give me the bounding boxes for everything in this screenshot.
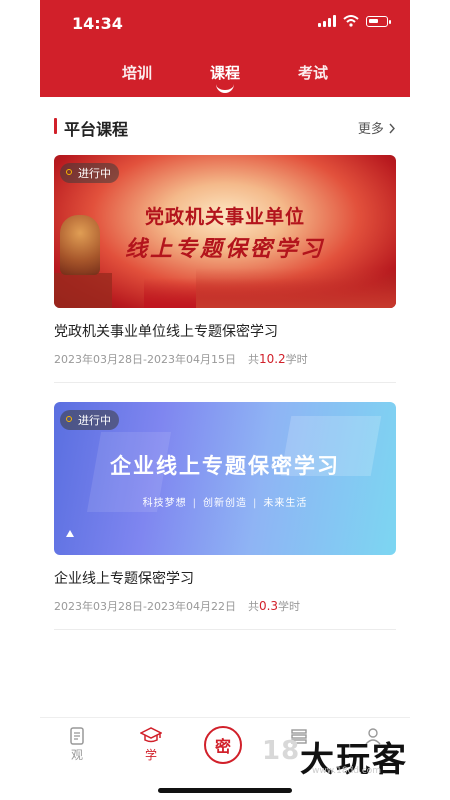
course-hours: 共0.3学时 xyxy=(247,599,301,613)
course-dates: 2023年03月28日-2023年04月22日 xyxy=(54,600,236,613)
course-banner[interactable]: 党政机关事业单位 线上专题保密学习 进行中 xyxy=(54,155,396,308)
section-accent-bar xyxy=(54,118,57,134)
course-banner[interactable]: 企业线上专题保密学习 科技梦想 | 创新创造 | 未来生活 进行中 xyxy=(54,402,396,555)
top-tabs: 培训 课程 考试 xyxy=(40,62,410,97)
course-title[interactable]: 企业线上专题保密学习 xyxy=(54,568,396,588)
signal-icon xyxy=(318,15,336,27)
battery-icon xyxy=(366,15,391,27)
status-badge: 进行中 xyxy=(60,410,119,430)
banner-tagline: 科技梦想 | 创新创造 | 未来生活 xyxy=(142,498,308,509)
hours-value: 10.2 xyxy=(258,352,286,366)
graduation-cap-icon xyxy=(140,727,162,743)
banner-title-line1: 党政机关事业单位 xyxy=(144,206,305,228)
document-icon xyxy=(70,727,84,745)
active-tab-indicator xyxy=(216,84,234,93)
course-hours: 共10.2学时 xyxy=(247,352,308,366)
book-stack-icon xyxy=(291,729,307,744)
person-icon xyxy=(365,728,381,745)
banner-title-line2: 线上专题保密学习 xyxy=(124,236,325,262)
tab-courses[interactable]: 课程 xyxy=(210,62,240,83)
nav-label: 观 xyxy=(70,748,83,762)
status-dot-icon xyxy=(66,169,72,175)
nav-item-profile[interactable] xyxy=(348,726,398,746)
status-time: 14:34 xyxy=(72,14,123,33)
course-dates: 2023年03月28日-2023年04月15日 xyxy=(54,353,236,366)
nav-item-library[interactable] xyxy=(274,726,324,746)
status-badge-label: 进行中 xyxy=(78,414,111,427)
status-icons xyxy=(318,15,391,27)
wifi-icon xyxy=(343,15,359,27)
nav-item-learn[interactable]: 学 xyxy=(126,726,176,763)
tab-exams[interactable]: 考试 xyxy=(298,62,328,83)
course-card[interactable]: 党政机关事业单位 线上专题保密学习 进行中 党政机关事业单位线上专题保密学习 2… xyxy=(54,155,396,367)
status-dot-icon xyxy=(66,416,72,422)
nav-item-watch[interactable]: 观 xyxy=(52,726,102,763)
more-link[interactable]: 更多 xyxy=(358,118,396,137)
banner-city-skyline xyxy=(196,268,396,308)
seal-icon[interactable]: 密 xyxy=(204,726,242,764)
course-meta: 2023年03月28日-2023年04月15日 共10.2学时 xyxy=(54,351,396,367)
section-title: 平台课程 xyxy=(64,120,129,139)
tab-training[interactable]: 培训 xyxy=(122,62,152,83)
course-meta: 2023年03月28日-2023年04月22日 共0.3学时 xyxy=(54,598,396,614)
status-badge: 进行中 xyxy=(60,163,119,183)
banner-title: 企业线上专题保密学习 xyxy=(110,454,340,478)
section-header: 平台课程 更多 xyxy=(54,115,396,139)
home-indicator xyxy=(158,788,292,793)
more-label: 更多 xyxy=(357,122,384,137)
course-title[interactable]: 党政机关事业单位线上专题保密学习 xyxy=(54,321,396,341)
status-badge-label: 进行中 xyxy=(78,167,111,180)
bottom-nav: 观 学 密 xyxy=(40,717,410,800)
banner-triangle-decor xyxy=(66,530,74,537)
app-screen: 14:34 培训 课程 考试 平台课程 更多 党政机关事业单位 线上专题保密学习… xyxy=(40,0,410,800)
hours-value: 0.3 xyxy=(258,599,279,613)
banner-pedestal xyxy=(54,273,112,308)
divider xyxy=(54,629,396,630)
chevron-right-icon xyxy=(389,123,395,134)
header: 14:34 培训 课程 考试 xyxy=(40,0,410,97)
divider xyxy=(54,382,396,383)
course-card[interactable]: 企业线上专题保密学习 科技梦想 | 创新创造 | 未来生活 进行中 企业线上专题保密学习… xyxy=(54,402,396,614)
nav-label: 学 xyxy=(144,748,157,762)
